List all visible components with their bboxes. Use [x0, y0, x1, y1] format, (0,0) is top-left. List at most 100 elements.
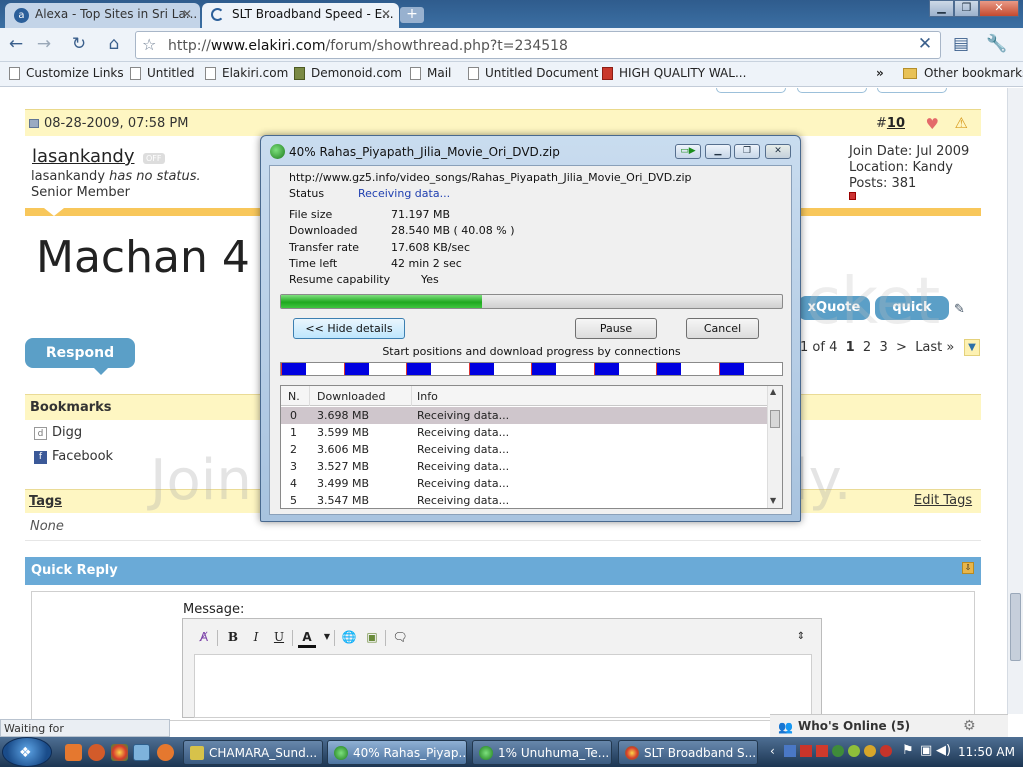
scroll-up-icon[interactable]: ▲ — [770, 387, 776, 396]
column-header-downloaded[interactable]: Downloaded — [317, 390, 385, 403]
download-shortcut-icon[interactable]: ▭▶ — [675, 144, 701, 159]
respond-button[interactable]: Respond — [25, 338, 135, 368]
bookmark-elakiri[interactable]: Elakiri.com — [205, 66, 288, 80]
tray-app-icon[interactable] — [784, 745, 796, 757]
dialog-minimize-button[interactable]: ▁ — [705, 144, 731, 159]
scroll-thumb[interactable] — [770, 410, 780, 428]
antivirus-icon[interactable] — [800, 745, 812, 757]
next-page-link[interactable]: > — [896, 340, 907, 355]
thanks-heart-icon[interactable]: ♥ — [926, 115, 939, 133]
new-tab-button[interactable]: + — [400, 7, 424, 23]
facebook-link[interactable]: f Facebook — [34, 449, 113, 464]
post-username[interactable]: lasankandy — [32, 146, 134, 167]
close-tab-icon[interactable]: ✕ — [381, 7, 391, 21]
tray-chevron-icon[interactable]: ‹ — [770, 744, 775, 758]
tray-app-icon[interactable] — [848, 745, 860, 757]
remove-format-icon[interactable]: A̸ — [195, 628, 213, 646]
connection-row[interactable]: 4 3.499 MB Receiving data... — [281, 475, 767, 492]
tray-app-icon[interactable] — [816, 745, 828, 757]
quote-icon[interactable]: 🗨 — [391, 628, 409, 646]
flag-icon[interactable]: ⚑ — [902, 743, 914, 758]
close-window-button[interactable]: ✕ — [979, 0, 1019, 17]
taskbar-item-download[interactable]: 40% Rahas_Piyap... — [327, 740, 467, 765]
network-icon[interactable]: ▣ — [920, 743, 932, 758]
clock[interactable]: 11:50 AM — [958, 745, 1015, 759]
resize-editor-icon[interactable]: ⇕ — [792, 628, 810, 646]
page-link[interactable]: 3 — [879, 340, 887, 355]
facebook-icon: f — [34, 451, 47, 464]
column-header-n[interactable]: N. — [288, 390, 300, 403]
bookmarks-overflow-chevron[interactable]: » — [876, 66, 884, 80]
other-bookmarks-folder[interactable]: Other bookmarks — [903, 66, 1023, 80]
edit-tags-link[interactable]: Edit Tags — [914, 493, 972, 508]
tray-app-icon[interactable] — [880, 745, 892, 757]
multi-quote-icon[interactable]: ✎ — [954, 302, 965, 317]
taskbar-item-chamara[interactable]: CHAMARA_Sund... — [183, 740, 323, 765]
post-number-link[interactable]: #10 — [876, 116, 905, 131]
collapse-icon[interactable]: ⇩ — [962, 562, 974, 574]
start-button[interactable]: ❖ — [2, 737, 52, 767]
digg-link[interactable]: d Digg — [34, 425, 82, 440]
firefox-quicklaunch-icon[interactable] — [65, 744, 82, 761]
bookmark-customize-links[interactable]: Customize Links — [9, 66, 124, 80]
settings-gear-icon[interactable]: ⚙ — [963, 718, 976, 734]
page-link-current[interactable]: 1 — [846, 340, 855, 355]
volume-icon[interactable]: ◀) — [936, 743, 951, 758]
hide-details-button[interactable]: << Hide details — [293, 318, 405, 339]
browser-quicklaunch-icon[interactable] — [88, 744, 105, 761]
report-warning-icon[interactable]: ⚠ — [955, 114, 968, 132]
bookmark-demonoid[interactable]: Demonoid.com — [294, 66, 402, 80]
forward-arrow-icon[interactable]: → — [31, 32, 57, 56]
page-jump-dropdown-icon[interactable]: ▼ — [964, 339, 980, 356]
back-arrow-icon[interactable]: ← — [3, 32, 29, 56]
column-header-info[interactable]: Info — [417, 390, 438, 403]
tab-alexa[interactable]: a Alexa - Top Sites in Sri La... ✕ — [5, 3, 200, 28]
bookmark-star-icon[interactable]: ☆ — [142, 35, 156, 54]
insert-image-icon[interactable]: ▣ — [363, 628, 381, 646]
firefox-alt-icon[interactable] — [157, 744, 174, 761]
xquote-button[interactable]: xQuote — [798, 296, 870, 320]
bold-icon[interactable]: B — [224, 628, 242, 646]
italic-icon[interactable]: I — [247, 628, 265, 646]
insert-link-icon[interactable]: 🌐 — [340, 628, 358, 646]
chrome-quicklaunch-icon[interactable] — [111, 744, 128, 761]
page-menu-icon[interactable]: ▤ — [948, 32, 974, 56]
pause-button[interactable]: Pause — [575, 318, 657, 339]
font-color-icon[interactable]: A — [298, 628, 316, 648]
taskbar-item-slt[interactable]: SLT Broadband S... — [618, 740, 758, 765]
whos-online-bar[interactable]: 👥 Who's Online (5) ⚙ — [770, 714, 1008, 737]
address-bar[interactable]: ☆ http://www.elakiri.com/forum/showthrea… — [135, 31, 941, 59]
bookmark-untitled-document[interactable]: Untitled Document — [468, 66, 598, 80]
bookmark-mail[interactable]: Mail — [410, 66, 451, 80]
bookmark-untitled[interactable]: Untitled — [130, 66, 194, 80]
cancel-button[interactable]: Cancel — [686, 318, 759, 339]
page-link[interactable]: 2 — [863, 340, 871, 355]
tray-app-icon[interactable] — [864, 745, 876, 757]
connection-row[interactable]: 1 3.599 MB Receiving data... — [281, 424, 767, 441]
connection-row[interactable]: 2 3.606 MB Receiving data... — [281, 441, 767, 458]
scrollbar-thumb[interactable] — [1010, 593, 1021, 661]
reload-icon[interactable]: ↻ — [66, 32, 92, 56]
home-icon[interactable]: ⌂ — [101, 32, 127, 56]
stop-icon[interactable]: ✕ — [912, 32, 938, 56]
quick-reply-button[interactable]: quick reply — [875, 296, 949, 339]
close-tab-icon[interactable]: ✕ — [182, 7, 192, 21]
minimize-button[interactable]: ▁ — [929, 0, 954, 17]
last-page-link[interactable]: Last » — [915, 340, 954, 355]
scroll-down-icon[interactable]: ▼ — [770, 496, 776, 505]
message-textarea[interactable] — [194, 654, 812, 718]
tab-slt-broadband[interactable]: SLT Broadband Speed - E... ✕ — [202, 3, 399, 28]
tray-app-icon[interactable] — [832, 745, 844, 757]
underline-icon[interactable]: U — [270, 628, 288, 646]
maximize-button[interactable]: ❐ — [954, 0, 979, 17]
bookmark-high-quality[interactable]: HIGH QUALITY WAL... — [602, 66, 746, 80]
connection-row[interactable]: 5 3.547 MB Receiving data... — [281, 492, 767, 508]
connections-list-scrollbar[interactable]: ▲ ▼ — [767, 386, 782, 508]
connection-row[interactable]: 0 3.698 MB Receiving data... — [281, 407, 767, 424]
dialog-close-button[interactable]: ✕ — [765, 144, 791, 159]
show-desktop-icon[interactable] — [133, 744, 150, 761]
dialog-restore-button[interactable]: ❐ — [734, 144, 760, 159]
taskbar-item-unuhuma[interactable]: 1% Unuhuma_Te... — [472, 740, 612, 765]
wrench-icon[interactable]: 🔧 — [984, 32, 1010, 56]
connection-row[interactable]: 3 3.527 MB Receiving data... — [281, 458, 767, 475]
